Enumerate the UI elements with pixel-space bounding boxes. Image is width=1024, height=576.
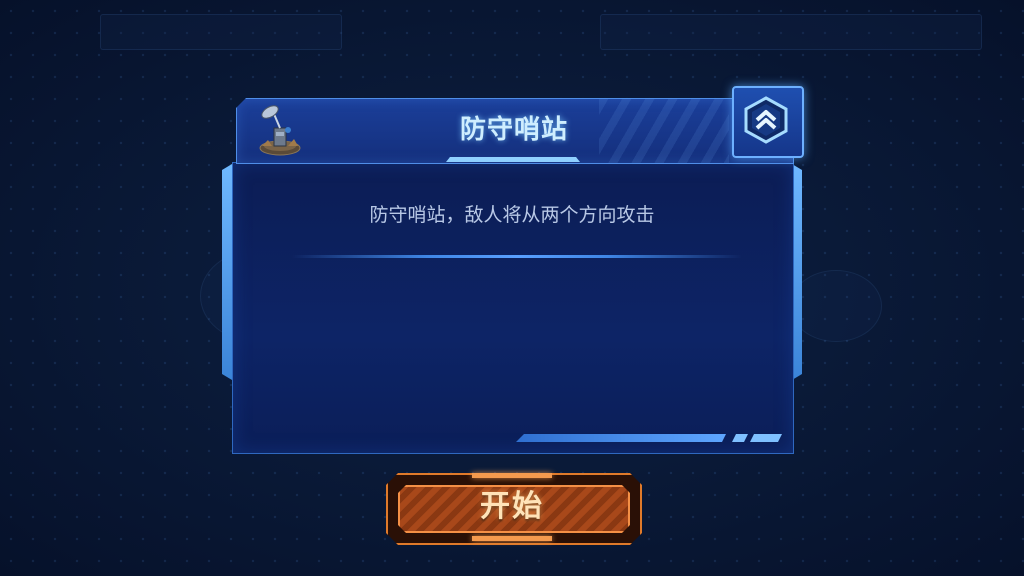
description-divider [292, 255, 742, 258]
bottom-accent-chip [750, 434, 782, 442]
background-map-node [790, 270, 882, 342]
background-hud-right [600, 14, 982, 50]
mission-dialog: 防守哨站 防守哨站，敌人将从两个方向攻击 [222, 86, 804, 454]
start-button[interactable]: 开始 [386, 473, 638, 541]
dialog-title: 防守哨站 [459, 115, 568, 145]
start-button-label: 开始 [480, 489, 544, 524]
mission-description: 防守哨站，敌人将从两个方向攻击 [369, 204, 655, 226]
chevron-rank-icon [744, 96, 788, 144]
dialog-left-edge [222, 164, 232, 380]
radar-tower-icon [252, 102, 308, 158]
bottom-accent-bar [516, 434, 726, 442]
rank-badge[interactable] [732, 86, 804, 158]
background-hud-left [100, 14, 342, 50]
